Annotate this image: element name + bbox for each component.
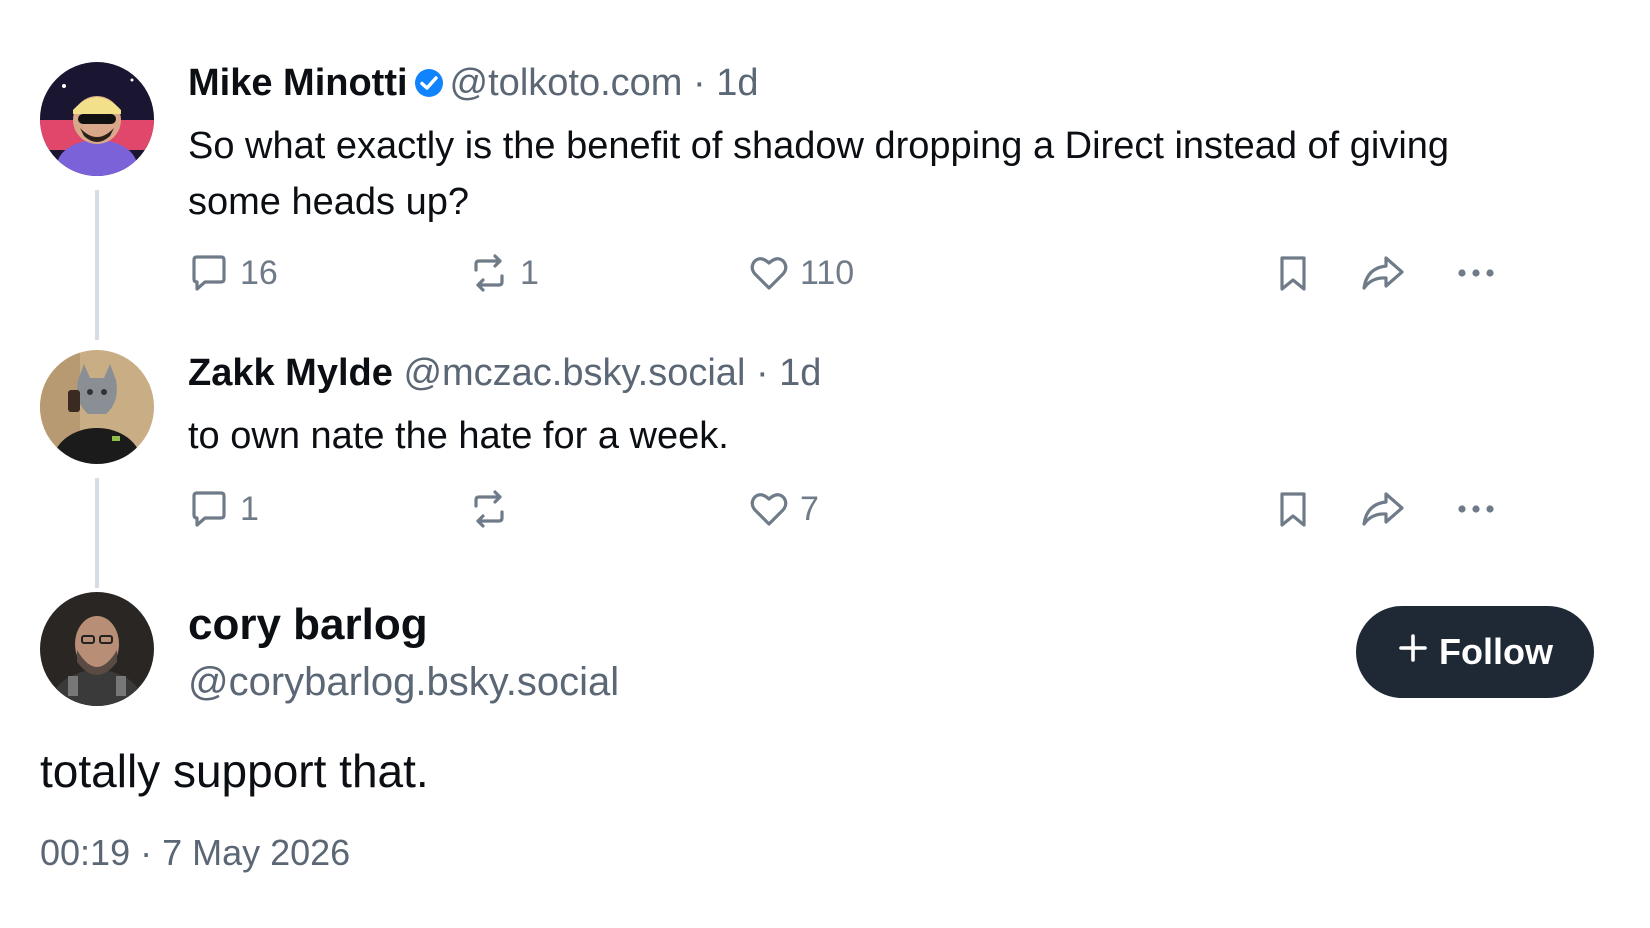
repost-button[interactable] [468, 488, 520, 530]
post-text: to own nate the hate for a week. [188, 415, 729, 457]
bookmark-icon [1272, 488, 1314, 530]
post-zakk-mylde[interactable]: Zakk Mylde @mczac.bsky.social · 1d to ow… [40, 0, 1600, 600]
post-timestamp[interactable]: 00:19 · 7 May 2026 [40, 832, 350, 874]
repost-icon [468, 488, 510, 530]
like-icon [748, 488, 790, 530]
like-count: 7 [800, 489, 819, 528]
author-handle[interactable]: @corybarlog.bsky.social [188, 660, 619, 705]
post-time[interactable]: 1d [779, 352, 821, 394]
share-button[interactable] [1360, 488, 1406, 530]
follow-label: Follow [1439, 631, 1553, 672]
more-icon [1454, 488, 1498, 530]
post-actions: 1 7 [188, 488, 1608, 538]
reply-count: 1 [240, 489, 259, 528]
like-button[interactable]: 7 [748, 488, 819, 530]
author-name[interactable]: cory barlog [188, 600, 428, 650]
reply-button[interactable]: 1 [188, 488, 259, 530]
separator: · [755, 352, 769, 394]
bookmark-button[interactable] [1272, 488, 1314, 530]
follow-button[interactable]: Follow [1356, 606, 1594, 698]
thread-line [95, 478, 99, 588]
avatar-zakk-mylde[interactable] [40, 350, 154, 464]
avatar-cory-barlog[interactable] [40, 592, 154, 706]
more-button[interactable] [1454, 488, 1498, 530]
share-icon [1360, 488, 1406, 530]
post-text: totally support that. [40, 745, 429, 797]
post-header: Zakk Mylde @mczac.bsky.social · 1d [188, 352, 821, 395]
author-name[interactable]: Zakk Mylde [188, 352, 393, 394]
author-handle[interactable]: @mczac.bsky.social [403, 352, 745, 394]
plus-icon [1397, 631, 1429, 673]
reply-icon [188, 488, 230, 530]
